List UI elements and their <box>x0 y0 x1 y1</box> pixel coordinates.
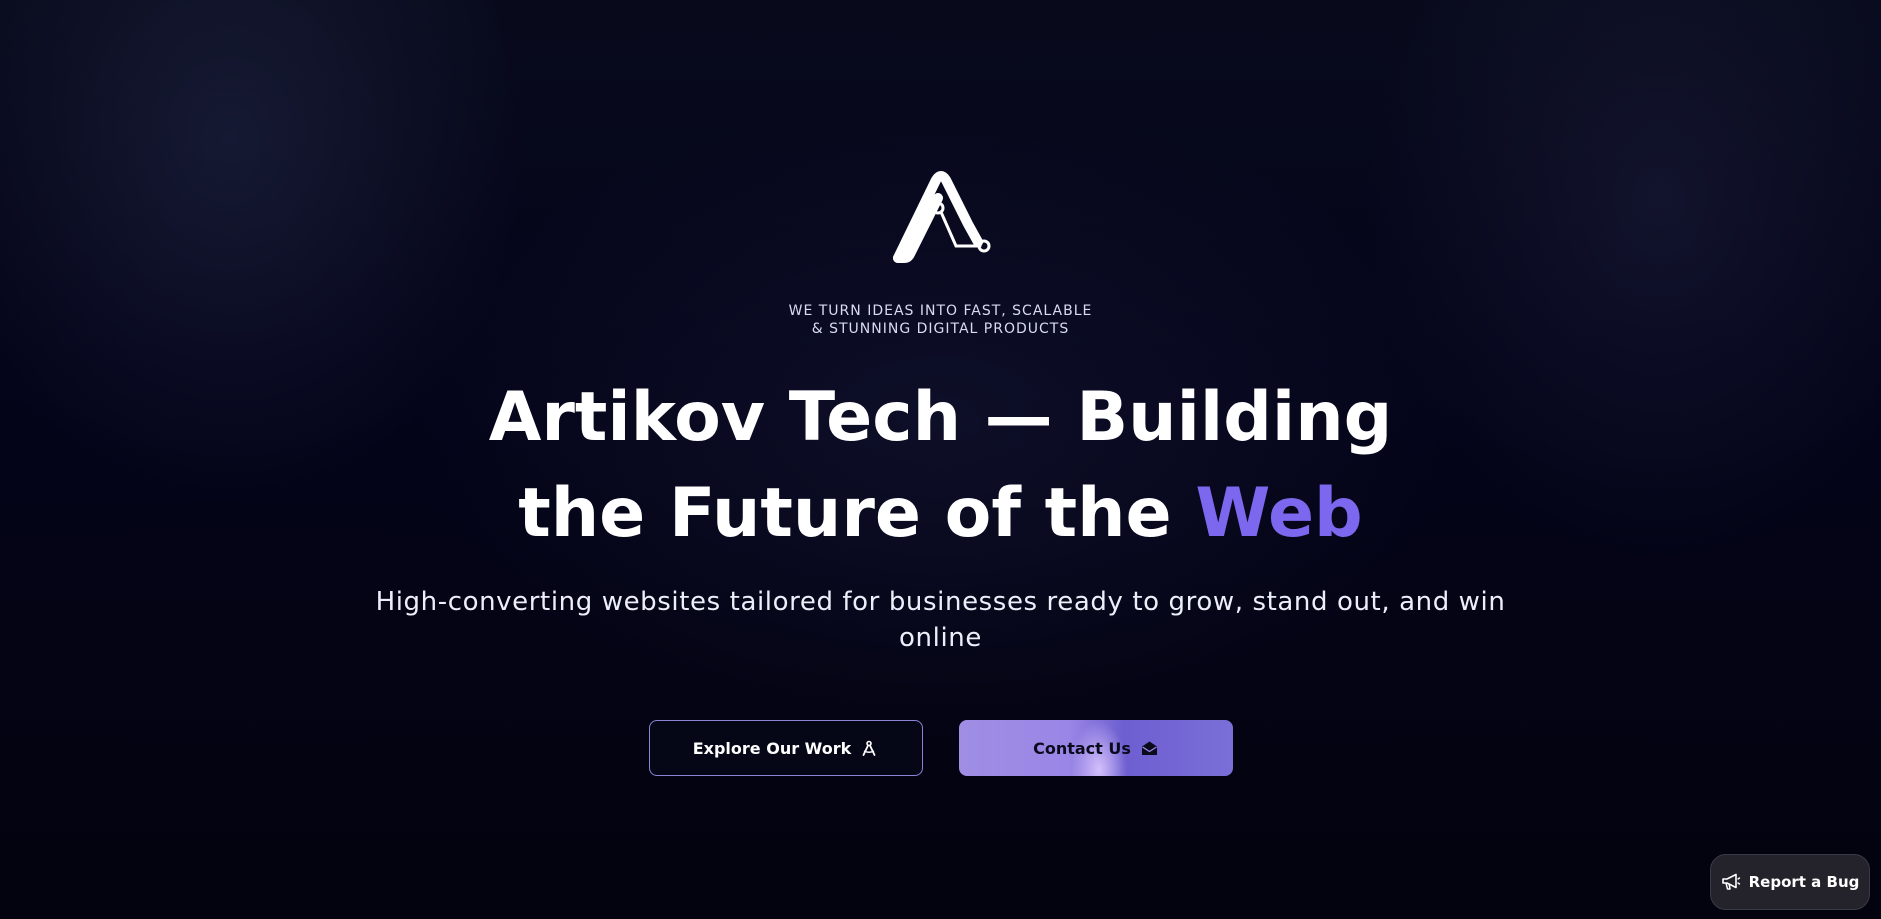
explore-button-label: Explore Our Work <box>692 738 852 758</box>
report-bug-button[interactable]: Report a Bug <box>1710 854 1870 910</box>
contact-button-label: Contact Us <box>1033 738 1131 758</box>
artikov-a-logo-icon <box>892 171 990 263</box>
hero-subtitle: High-converting websites tailored for bu… <box>375 587 1506 653</box>
report-bug-label: Report a Bug <box>1748 873 1860 891</box>
hero-section: WE TURN IDEAS INTO FAST, SCALABLE & STUN… <box>0 0 1881 776</box>
page: WE TURN IDEAS INTO FAST, SCALABLE & STUN… <box>0 0 1881 919</box>
compass-drafting-icon <box>862 740 876 756</box>
hero-headline: Artikov Tech — Building the Future of th… <box>441 370 1441 562</box>
explore-our-work-button[interactable]: Explore Our Work <box>648 720 923 776</box>
hero-tagline: WE TURN IDEAS INTO FAST, SCALABLE & STUN… <box>788 303 1093 337</box>
hero-actions: Explore Our Work Contact Us <box>648 720 1233 776</box>
hero-headline-accent: Web <box>1195 474 1363 553</box>
megaphone-icon <box>1721 873 1740 890</box>
envelope-open-icon <box>1141 741 1157 755</box>
contact-us-button[interactable]: Contact Us <box>958 720 1233 776</box>
